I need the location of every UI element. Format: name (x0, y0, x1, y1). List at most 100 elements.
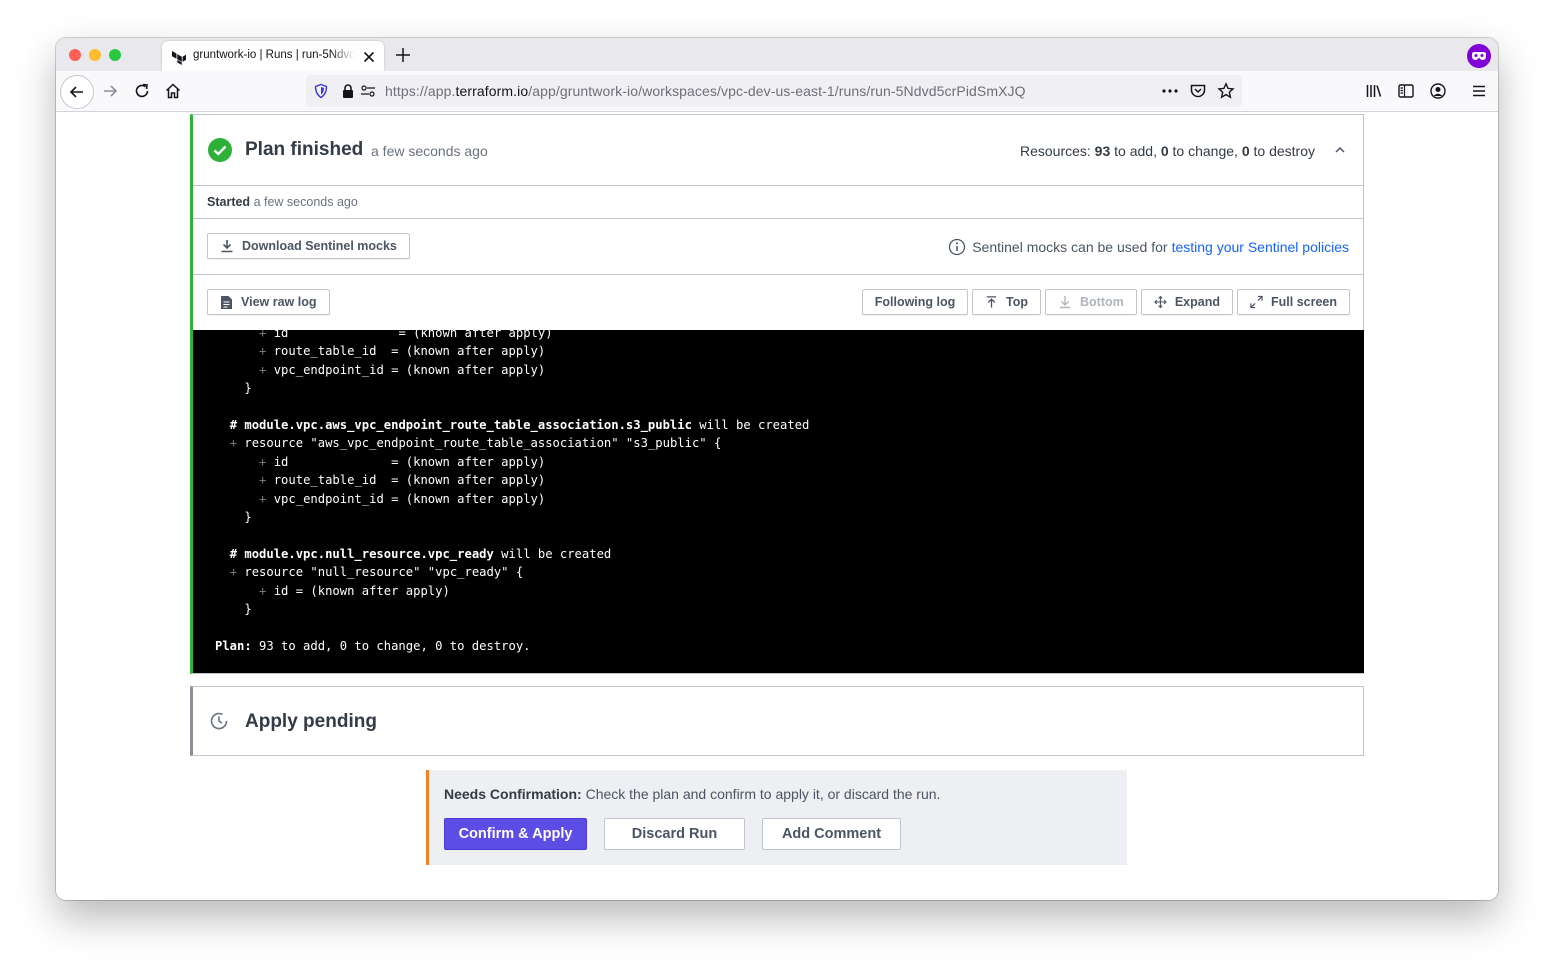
apply-title: Apply pending (245, 711, 377, 732)
add-comment-button[interactable]: Add Comment (762, 818, 901, 850)
log-line: } (215, 600, 809, 618)
full-screen-button[interactable]: Full screen (1237, 289, 1350, 315)
browser-tab[interactable]: gruntwork-io | Runs | run-5Ndvd5crPidSmX… (162, 41, 384, 71)
permissions-icon[interactable] (360, 83, 376, 99)
log-line: + vpc_endpoint_id = (known after apply) (215, 490, 809, 508)
download-icon (221, 240, 233, 253)
menu-button[interactable] (1463, 75, 1495, 107)
log-line: } (215, 379, 809, 397)
check-circle-icon (208, 138, 232, 162)
log-plus-marker: + (229, 565, 245, 580)
sidebar-icon (1398, 84, 1414, 98)
plan-header[interactable]: Plan finished a few seconds ago Resource… (193, 115, 1363, 186)
account-button[interactable] (1422, 75, 1454, 107)
following-log-button[interactable]: Following log (862, 289, 968, 315)
started-text: Started a few seconds ago (207, 195, 358, 209)
confirm-apply-button[interactable]: Confirm & Apply (444, 818, 587, 850)
menu-icon (1473, 85, 1485, 97)
forward-arrow-icon (104, 85, 118, 97)
log-plus-marker: + (259, 330, 274, 340)
change-label: to change, (1172, 143, 1238, 159)
log-text: + id = (known after apply) + route_table… (215, 330, 809, 655)
back-arrow-icon (69, 86, 83, 98)
tab-title: gruntwork-io | Runs | run-5Ndvd5crPidSmX… (193, 49, 355, 61)
more-icon[interactable] (1161, 83, 1179, 99)
log-toolbar: View raw log Following log Top Bottom Ex… (193, 275, 1363, 330)
log-line: + id = (known after apply) (215, 582, 809, 600)
document-icon (221, 295, 232, 309)
log-bold-text: Plan: (215, 638, 252, 653)
back-button[interactable] (60, 75, 94, 109)
view-raw-log-button[interactable]: View raw log (207, 289, 330, 315)
home-icon (165, 83, 181, 99)
expand-button[interactable]: Expand (1141, 289, 1233, 315)
resources-summary: Resources: 93 to add, 0 to change, 0 to … (1020, 143, 1315, 159)
zoom-window-button[interactable] (109, 49, 121, 61)
view-raw-log-label: View raw log (241, 295, 317, 309)
private-browsing-icon (1467, 44, 1491, 68)
terraform-favicon (172, 51, 186, 65)
log-line: + id = (known after apply) (215, 453, 809, 471)
log-line: + id = (known after apply) (215, 330, 809, 342)
top-button[interactable]: Top (972, 289, 1041, 315)
log-line: + vpc_endpoint_id = (known after apply) (215, 361, 809, 379)
log-line: # module.vpc.null_resource.vpc_ready wil… (215, 545, 809, 563)
destroy-count: 0 (1241, 143, 1250, 159)
bottom-button[interactable]: Bottom (1045, 289, 1137, 315)
log-line-text: resource "aws_vpc_endpoint_route_table_a… (244, 436, 722, 451)
log-line-text: vpc_endpoint_id = (known after apply) (273, 362, 546, 377)
minimize-window-button[interactable] (89, 49, 101, 61)
apply-card: Apply pending (190, 686, 1364, 756)
reload-button[interactable] (126, 75, 158, 107)
forward-button[interactable] (94, 75, 126, 107)
sentinel-note-text: Sentinel mocks can be used for (972, 239, 1168, 255)
sidebar-button[interactable] (1390, 75, 1422, 107)
confirmation-label: Needs Confirmation: (444, 786, 582, 802)
plan-time: a few seconds ago (371, 143, 488, 159)
full-screen-label: Full screen (1271, 295, 1337, 309)
pocket-icon[interactable] (1189, 82, 1207, 100)
star-icon[interactable] (1217, 82, 1235, 100)
sentinel-mocks-row: Download Sentinel mocks Sentinel mocks c… (193, 219, 1363, 275)
chevron-up-icon[interactable] (1333, 143, 1347, 157)
log-plus-marker: + (259, 454, 274, 469)
log-line-text: route_table_id = (known after apply) (273, 344, 546, 359)
log-plus-marker: + (229, 436, 245, 451)
log-line-text: vpc_endpoint_id = (known after apply) (273, 491, 546, 506)
url-bar[interactable]: https://app.terraform.io/app/gruntwork-i… (306, 75, 1242, 107)
log-line-text: will be created (493, 546, 612, 561)
started-row: Started a few seconds ago (193, 186, 1363, 219)
log-plus-marker: + (259, 362, 274, 377)
sentinel-note: Sentinel mocks can be used for testing y… (948, 238, 1349, 256)
close-window-button[interactable] (69, 49, 81, 61)
url-path: /app/gruntwork-io/workspaces/vpc-dev-us-… (528, 83, 1026, 99)
sentinel-policies-link[interactable]: testing your Sentinel policies (1172, 239, 1349, 255)
bottom-label: Bottom (1080, 295, 1124, 309)
discard-run-button[interactable]: Discard Run (604, 818, 745, 850)
close-icon[interactable] (361, 49, 377, 65)
arrow-bottom-icon (1060, 296, 1070, 309)
url-host: terraform.io (455, 83, 529, 99)
download-mocks-button[interactable]: Download Sentinel mocks (207, 233, 410, 259)
url-text[interactable]: https://app.terraform.io/app/gruntwork-i… (385, 83, 1026, 99)
library-button[interactable] (1358, 75, 1390, 107)
log-line-text: will be created (691, 418, 810, 433)
log-line-text: route_table_id = (known after apply) (273, 473, 546, 488)
plus-icon[interactable] (394, 46, 412, 64)
log-plus-marker: + (259, 491, 274, 506)
lock-icon[interactable] (341, 83, 355, 99)
log-line: + route_table_id = (known after apply) (215, 471, 809, 489)
log-plus-marker: + (259, 344, 274, 359)
log-bold-text: # module.vpc.aws_vpc_endpoint_route_tabl… (229, 418, 692, 433)
home-button[interactable] (157, 75, 189, 107)
plan-log-output[interactable]: + id = (known after apply) + route_table… (193, 330, 1364, 673)
page-content: Plan finished a few seconds ago Resource… (56, 112, 1498, 900)
browser-window: gruntwork-io | Runs | run-5Ndvd5crPidSmX… (56, 38, 1498, 900)
add-label: to add, (1114, 143, 1157, 159)
shield-icon[interactable] (313, 83, 329, 99)
arrow-top-icon (986, 296, 997, 308)
following-log-label: Following log (874, 295, 956, 309)
started-time: a few seconds ago (253, 195, 358, 209)
